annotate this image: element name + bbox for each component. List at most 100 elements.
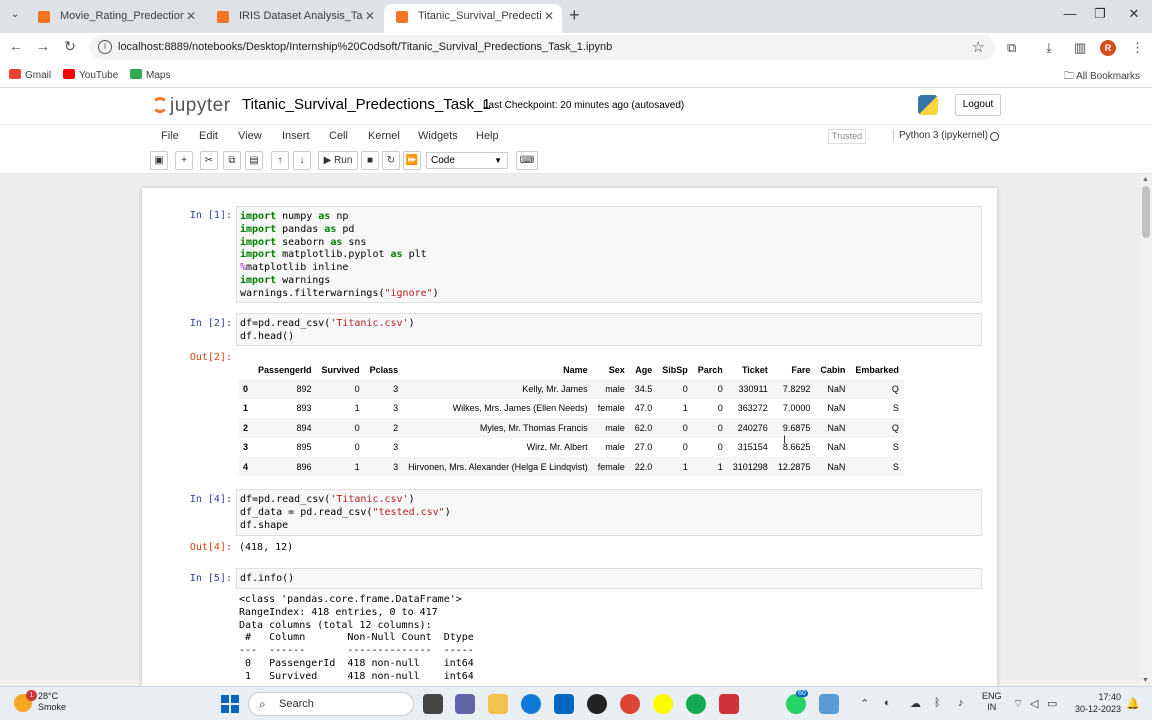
close-tab-icon[interactable]: ✕ <box>544 4 554 29</box>
menu-view[interactable]: View <box>238 130 262 142</box>
browser-menu-icon[interactable]: ⋮ <box>1131 40 1144 56</box>
task-view-icon[interactable] <box>423 694 443 714</box>
scroll-up-icon[interactable]: ▲ <box>1142 176 1149 183</box>
tab-movie-rating[interactable]: Movie_Rating_Predections_Task ✕ <box>26 4 204 33</box>
file-explorer-icon[interactable] <box>488 694 508 714</box>
bookmark-maps[interactable]: Maps <box>130 69 170 81</box>
notifications-bell-icon[interactable]: 🔔 <box>1126 697 1140 710</box>
download-icon[interactable]: ⤓ <box>1046 40 1052 56</box>
all-bookmarks[interactable]: 🗀 All Bookmarks <box>1064 69 1140 86</box>
kernel-name[interactable]: Python 3 (ipykernel) <box>893 130 988 141</box>
windows-start-icon[interactable] <box>221 695 239 713</box>
edge-icon[interactable] <box>521 694 541 714</box>
chrome-icon[interactable] <box>620 694 640 714</box>
notebook-scrollbar[interactable]: ▲ ▼ <box>1140 174 1152 686</box>
back-icon[interactable]: ← <box>7 38 25 54</box>
menu-cell[interactable]: Cell <box>329 130 348 142</box>
wifi-icon[interactable]: ⌔ <box>1013 697 1023 711</box>
table-cell: 1 <box>354 403 360 414</box>
jupyter-logo[interactable]: jupyter <box>152 95 231 117</box>
forward-icon[interactable]: → <box>34 38 52 54</box>
tray-app-icon[interactable]: ◐ <box>884 697 891 709</box>
scrollbar-thumb[interactable] <box>1142 186 1150 238</box>
snipping-tool-icon[interactable] <box>819 694 839 714</box>
keyboard-icon[interactable]: ⌨ <box>516 151 538 170</box>
logout-button[interactable]: Logout <box>955 94 1001 116</box>
bluetooth-icon[interactable]: ᛒ <box>934 697 941 709</box>
table-cell: male <box>605 442 625 453</box>
site-info-icon[interactable]: i <box>98 40 112 54</box>
menu-edit[interactable]: Edit <box>199 130 218 142</box>
table-cell: NaN <box>827 442 846 453</box>
menu-widgets[interactable]: Widgets <box>418 130 458 142</box>
table-cell: Q <box>891 384 899 395</box>
save-icon[interactable]: ▣ <box>150 151 168 170</box>
insert-cell-icon[interactable]: + <box>175 151 193 170</box>
table-cell: female <box>597 403 625 414</box>
paste-icon[interactable]: ▤ <box>245 151 263 170</box>
bookmark-star-icon[interactable]: ☆ <box>972 38 985 56</box>
close-tab-icon[interactable]: ✕ <box>186 4 196 29</box>
tray-cloud-icon[interactable]: ☁ <box>910 697 921 710</box>
bookmark-gmail[interactable]: Gmail <box>9 69 51 81</box>
table-cell: 34.5 <box>634 384 653 395</box>
table-row: 2 894 0 2 Myles, Mr. Thomas Francis male… <box>239 418 904 438</box>
cell-5-prompt: In [5]: <box>189 573 232 584</box>
table-cell: 1 <box>682 461 688 472</box>
taskbar-search[interactable]: ⌕ Search <box>248 692 414 716</box>
store-icon[interactable] <box>554 694 574 714</box>
volume-icon[interactable]: ◁ <box>1030 697 1038 710</box>
table-cell: S <box>892 403 899 414</box>
side-panel-icon[interactable]: ▥ <box>1074 40 1086 56</box>
whatsapp-icon[interactable] <box>786 694 806 714</box>
menu-kernel[interactable]: Kernel <box>368 130 400 142</box>
table-cell: 1 <box>354 461 360 472</box>
tab-search-icon[interactable]: ⌄ <box>6 6 24 24</box>
move-down-icon[interactable]: ↓ <box>293 151 311 170</box>
browser-toolbar: ← → ↻ i localhost:8889/notebooks/Desktop… <box>0 33 1152 62</box>
system-clock[interactable]: 17:40 30-12-2023 <box>1069 691 1121 715</box>
cell-type-select[interactable]: Code ▼ <box>426 152 508 169</box>
tab-iris-dataset[interactable]: IRIS Dataset Analysis_Task_3 - J ✕ <box>205 4 383 33</box>
menu-file[interactable]: File <box>161 130 179 142</box>
run-button[interactable]: ▶ Run <box>318 151 358 170</box>
extensions-icon[interactable]: ⧉ <box>1007 40 1016 56</box>
new-tab-icon[interactable]: + <box>569 5 580 26</box>
column-header: SibSp <box>662 364 688 375</box>
tab-titanic[interactable]: Titanic_Survival_Predections_Ta ✕ <box>384 4 562 33</box>
restart-run-all-icon[interactable]: ⏩ <box>403 151 421 170</box>
restore-icon[interactable]: ❐ <box>1090 6 1110 22</box>
trusted-badge[interactable]: Trusted <box>828 129 866 144</box>
microphone-icon[interactable]: ♪ <box>958 697 964 709</box>
cell-2-code[interactable]: df=pd.read_csv('Titanic.csv') df.head() <box>236 313 982 346</box>
cell-5-code[interactable]: df.info() <box>236 568 982 589</box>
restart-icon[interactable]: ↻ <box>382 151 400 170</box>
cut-icon[interactable]: ✂ <box>200 151 218 170</box>
chevron-up-icon[interactable]: ⌃ <box>860 697 869 710</box>
app-red-icon[interactable] <box>719 694 739 714</box>
jupyter-favicon-icon <box>38 11 50 23</box>
language-indicator[interactable]: ENG IN <box>982 691 1002 713</box>
close-tab-icon[interactable]: ✕ <box>365 4 375 29</box>
menu-help[interactable]: Help <box>476 130 499 142</box>
scroll-down-icon[interactable]: ▼ <box>1142 677 1149 684</box>
bookmark-youtube[interactable]: YouTube <box>63 69 118 81</box>
battery-icon[interactable]: ▭ <box>1047 697 1057 710</box>
snapchat-icon[interactable] <box>653 694 673 714</box>
profile-avatar[interactable]: R <box>1100 40 1116 56</box>
copy-icon[interactable]: ⧉ <box>223 151 241 170</box>
address-bar[interactable]: i localhost:8889/notebooks/Desktop/Inter… <box>90 35 995 60</box>
stop-icon[interactable]: ■ <box>361 151 379 170</box>
dell-icon[interactable] <box>587 694 607 714</box>
move-up-icon[interactable]: ↑ <box>271 151 289 170</box>
table-cell: 895 <box>296 442 312 453</box>
minimize-icon[interactable]: — <box>1060 6 1080 21</box>
notebook-name[interactable]: Titanic_Survival_Predections_Task_1 <box>242 96 491 113</box>
reload-icon[interactable]: ↻ <box>61 38 79 55</box>
close-window-icon[interactable]: ✕ <box>1124 6 1144 22</box>
menu-insert[interactable]: Insert <box>282 130 310 142</box>
cell-4-code[interactable]: df=pd.read_csv('Titanic.csv') df_data = … <box>236 489 982 536</box>
teams-icon[interactable] <box>455 694 475 714</box>
app-icon[interactable] <box>686 694 706 714</box>
cell-1-code[interactable]: import numpy as np import pandas as pd i… <box>236 206 982 303</box>
